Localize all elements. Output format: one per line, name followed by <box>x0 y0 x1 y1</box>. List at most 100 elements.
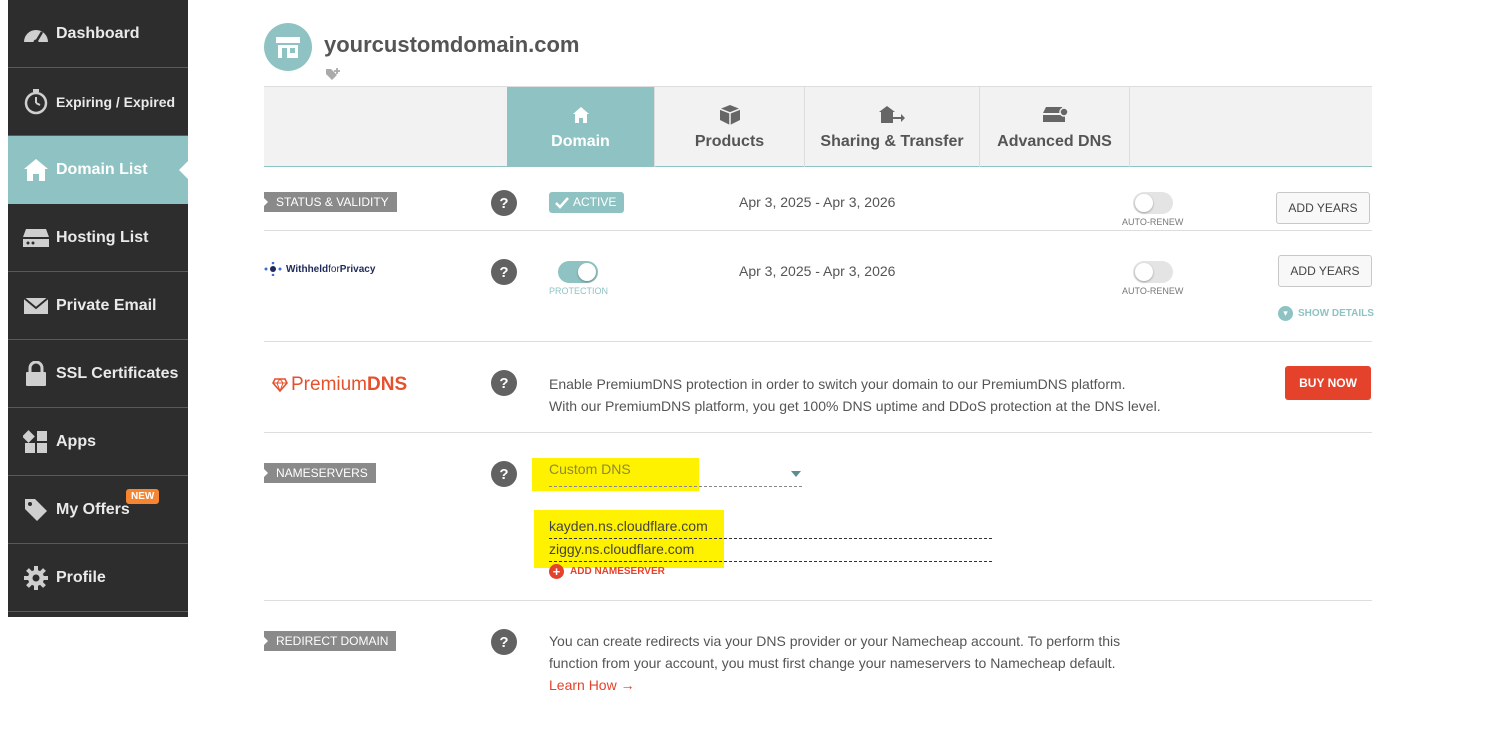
sidebar-item-dashboard[interactable]: Dashboard <box>8 0 188 68</box>
tab-advanced-dns[interactable]: Advanced DNS <box>980 87 1130 167</box>
add-years-button[interactable]: ADD YEARS <box>1276 192 1370 224</box>
redirect-text-line: function from your account, you must fir… <box>549 655 1116 671</box>
tab-label: Advanced DNS <box>997 133 1112 150</box>
nameserver-type-select[interactable]: Custom DNS <box>549 461 802 487</box>
validity-dates: Apr 3, 2025 - Apr 3, 2026 <box>739 194 896 210</box>
gear-icon <box>22 564 50 592</box>
sidebar-item-expiring[interactable]: Expiring / Expired <box>8 68 188 136</box>
help-icon[interactable]: ? <box>491 259 517 285</box>
sidebar-item-label: Profile <box>56 568 106 586</box>
caret-down-icon <box>791 471 801 477</box>
withheld-for-privacy-logo: Withheld for Privacy <box>264 262 375 276</box>
chevron-down-icon: ▾ <box>1278 306 1293 321</box>
lock-icon <box>22 360 50 388</box>
premium-text-line: With our PremiumDNS platform, you get 10… <box>549 398 1161 414</box>
privacy-logo-text: Withheld <box>286 263 329 275</box>
tab-label: Sharing & Transfer <box>820 133 964 150</box>
add-tag-icon[interactable] <box>325 66 343 85</box>
privacy-star-icon <box>264 262 282 276</box>
redirect-description: You can create redirects via your DNS pr… <box>549 630 1120 696</box>
nameserver-input-2[interactable]: ziggy.ns.cloudflare.com <box>549 539 992 562</box>
transfer-icon <box>879 103 905 127</box>
privacy-logo-text-for: for <box>328 263 340 275</box>
dashboard-icon <box>22 20 50 48</box>
help-icon[interactable]: ? <box>491 370 517 396</box>
show-details-text: SHOW DETAILS <box>1298 308 1374 319</box>
divider <box>264 432 1372 433</box>
sidebar-item-label: Hosting List <box>56 228 149 246</box>
tab-sharing-transfer[interactable]: Sharing & Transfer <box>805 87 980 167</box>
privacy-logo-text-privacy: Privacy <box>339 263 376 275</box>
envelope-icon <box>22 292 50 320</box>
help-icon[interactable]: ? <box>491 629 517 655</box>
premium-logo-text: Premium <box>291 374 368 395</box>
sidebar-item-my-offers[interactable]: My Offers <box>8 476 188 544</box>
sidebar-item-profile[interactable]: Profile <box>8 544 188 612</box>
tab-label: Domain <box>551 133 610 150</box>
add-nameserver-label: ADD NAMESERVER <box>570 566 665 577</box>
sidebar-item-label: Expiring / Expired <box>56 93 176 110</box>
sidebar-item-hosting-list[interactable]: Hosting List <box>8 204 188 272</box>
sidebar-item-label: Domain List <box>56 160 148 178</box>
privacy-auto-renew-toggle[interactable] <box>1133 261 1173 283</box>
status-validity-label: STATUS & VALIDITY <box>264 192 397 212</box>
dns-server-icon <box>1042 103 1068 127</box>
nameserver-type-value: Custom DNS <box>549 461 631 477</box>
premium-dns-description: Enable PremiumDNS protection in order to… <box>549 373 1161 417</box>
divider <box>264 230 1372 231</box>
tab-label: Products <box>694 133 765 150</box>
toggle-knob <box>1135 194 1153 212</box>
box-icon <box>719 103 741 127</box>
nameserver-input-1[interactable]: kayden.ns.cloudflare.com <box>549 516 992 539</box>
protection-label: PROTECTION <box>549 286 609 296</box>
buy-now-button[interactable]: BUY NOW <box>1285 366 1371 400</box>
toggle-knob <box>578 263 596 281</box>
redirect-text-line: You can create redirects via your DNS pr… <box>549 633 1121 649</box>
new-badge: NEW <box>126 489 160 504</box>
redirect-domain-label: REDIRECT DOMAIN <box>264 631 397 651</box>
auto-renew-label: AUTO-RENEW <box>1122 286 1184 296</box>
plus-circle-icon: + <box>549 564 564 579</box>
status-badge-text: ACTIVE <box>573 195 617 209</box>
sidebar-item-label: My Offers <box>56 500 130 518</box>
help-icon[interactable]: ? <box>491 461 517 487</box>
home-icon <box>572 103 590 127</box>
status-badge: ACTIVE <box>549 192 625 213</box>
stopwatch-icon <box>22 88 50 116</box>
tab-domain[interactable]: Domain <box>507 87 655 167</box>
divider <box>264 600 1372 601</box>
premium-logo-text-dns: DNS <box>367 374 408 395</box>
privacy-dates: Apr 3, 2025 - Apr 3, 2026 <box>739 263 896 279</box>
auto-renew-toggle[interactable] <box>1133 192 1173 214</box>
sidebar-item-label: Private Email <box>56 296 157 314</box>
add-nameserver-button[interactable]: + ADD NAMESERVER <box>549 564 665 579</box>
protection-toggle[interactable] <box>558 261 598 283</box>
premium-text-line: Enable PremiumDNS protection in order to… <box>549 376 1126 392</box>
sidebar: Dashboard Expiring / Expired Domain List… <box>8 0 188 617</box>
divider <box>264 341 1372 342</box>
sidebar-item-private-email[interactable]: Private Email <box>8 272 188 340</box>
sidebar-item-apps[interactable]: Apps <box>8 408 188 476</box>
storefront-icon <box>264 23 312 71</box>
check-icon <box>555 196 569 209</box>
domain-title: yourcustomdomain.com <box>324 32 580 57</box>
apps-grid-icon <box>22 428 50 456</box>
sidebar-item-domain-list[interactable]: Domain List <box>8 136 188 204</box>
privacy-add-years-button[interactable]: ADD YEARS <box>1278 255 1372 287</box>
tag-icon <box>22 496 50 524</box>
diamond-icon <box>272 378 288 392</box>
sidebar-item-label: SSL Certificates <box>56 364 179 382</box>
sidebar-item-label: Dashboard <box>56 24 140 42</box>
server-icon <box>22 224 50 252</box>
sidebar-item-ssl-certificates[interactable]: SSL Certificates <box>8 340 188 408</box>
home-icon <box>22 156 50 184</box>
sidebar-item-label: Apps <box>56 432 96 450</box>
nameservers-label: NAMESERVERS <box>264 463 376 483</box>
show-details-link[interactable]: ▾ SHOW DETAILS <box>1278 306 1374 321</box>
tab-products[interactable]: Products <box>655 87 805 167</box>
learn-how-link[interactable]: Learn How → <box>549 677 635 693</box>
help-icon[interactable]: ? <box>491 190 517 216</box>
toggle-knob <box>1135 263 1153 281</box>
domain-tabs: Domain Products Sharing & Transfer Advan… <box>264 86 1372 167</box>
premium-dns-logo: Premium DNS <box>272 374 407 396</box>
